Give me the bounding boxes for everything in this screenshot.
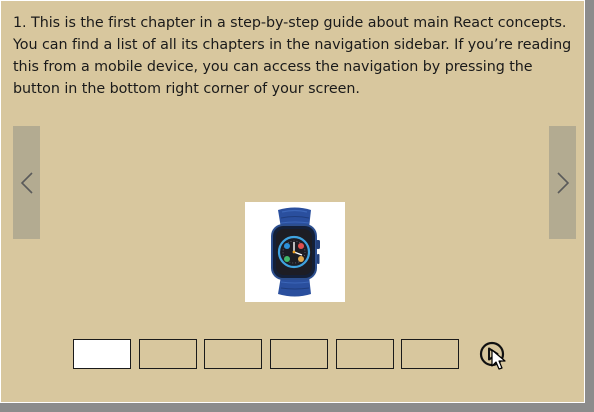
thumbnail-4[interactable] bbox=[270, 339, 328, 369]
window-frame: 1. This is the first chapter in a step-b… bbox=[0, 0, 594, 412]
thumbnail-2[interactable] bbox=[139, 339, 197, 369]
chevron-left-icon bbox=[19, 170, 35, 196]
carousel-panel: 1. This is the first chapter in a step-b… bbox=[0, 0, 585, 403]
next-slide-button[interactable] bbox=[549, 126, 576, 239]
previous-slide-button[interactable] bbox=[13, 126, 40, 239]
smartwatch-image bbox=[245, 202, 345, 302]
thumbnail-6[interactable] bbox=[401, 339, 459, 369]
chevron-right-icon bbox=[555, 170, 571, 196]
thumbnail-5[interactable] bbox=[336, 339, 394, 369]
thumbnail-3[interactable] bbox=[204, 339, 262, 369]
chapter-description: 1. This is the first chapter in a step-b… bbox=[13, 15, 572, 97]
thumbnail-1[interactable] bbox=[73, 339, 131, 369]
play-circle-icon bbox=[479, 341, 505, 367]
play-button[interactable] bbox=[479, 341, 505, 367]
